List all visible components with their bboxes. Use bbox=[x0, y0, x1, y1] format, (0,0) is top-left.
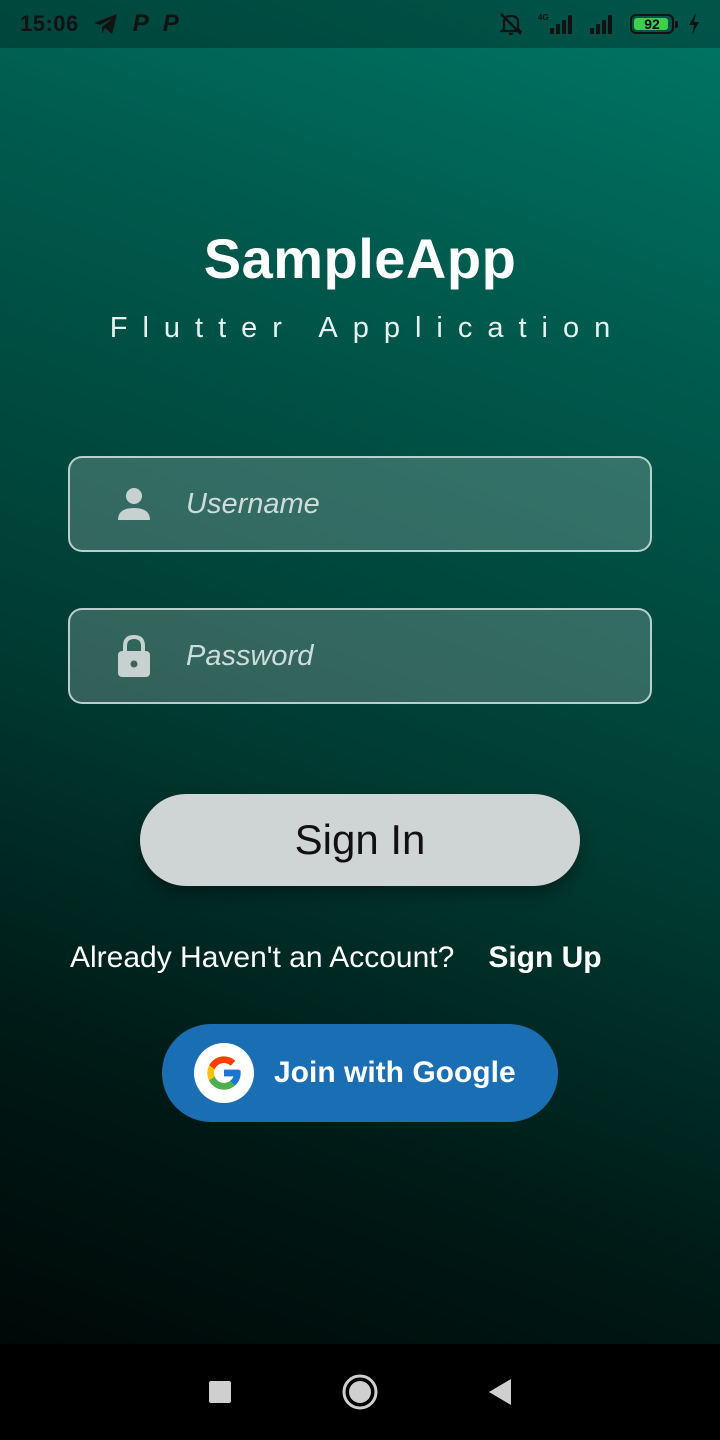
telegram-icon bbox=[93, 13, 119, 35]
p-icon: P bbox=[132, 10, 149, 37]
login-screen: 15:06 P P 4G 92 SampleApp Flutter Applic… bbox=[0, 0, 720, 1344]
recents-square-icon[interactable] bbox=[196, 1368, 244, 1416]
google-logo-icon bbox=[194, 1043, 254, 1103]
lock-icon bbox=[116, 634, 184, 678]
status-bar-right: 4G 92 bbox=[498, 11, 700, 37]
sign-in-button[interactable]: Sign In bbox=[140, 794, 580, 886]
battery-icon: 92 bbox=[630, 14, 678, 34]
p-icon: P bbox=[162, 10, 179, 37]
password-input[interactable] bbox=[184, 610, 650, 702]
app-subtitle: Flutter Application bbox=[109, 312, 626, 344]
back-triangle-icon[interactable] bbox=[476, 1368, 524, 1416]
account-prompt: Already Haven't an Account? bbox=[70, 941, 455, 974]
status-bar-left: 15:06 P P bbox=[20, 10, 179, 38]
charging-bolt-icon bbox=[688, 13, 700, 35]
person-icon bbox=[116, 486, 184, 522]
navigation-bar bbox=[0, 1344, 720, 1440]
sign-up-link[interactable]: Sign Up bbox=[488, 941, 601, 975]
status-time: 15:06 bbox=[20, 11, 79, 36]
status-bar: 15:06 P P 4G 92 bbox=[0, 0, 720, 48]
username-field[interactable] bbox=[68, 456, 652, 552]
signal-icon bbox=[588, 12, 616, 36]
svg-text:4G: 4G bbox=[538, 13, 549, 22]
account-row: Already Haven't an Account? Sign Up bbox=[70, 936, 650, 980]
battery-level: 92 bbox=[644, 16, 660, 32]
home-circle-icon[interactable] bbox=[336, 1368, 384, 1416]
app-title: SampleApp bbox=[203, 227, 517, 290]
join-with-google-button[interactable]: Join with Google bbox=[162, 1024, 558, 1122]
password-field[interactable] bbox=[68, 608, 652, 704]
muted-bell-icon bbox=[498, 11, 524, 37]
signal-4g-icon: 4G bbox=[538, 12, 574, 36]
username-input[interactable] bbox=[184, 458, 650, 550]
join-with-google-label: Join with Google bbox=[274, 1056, 516, 1089]
